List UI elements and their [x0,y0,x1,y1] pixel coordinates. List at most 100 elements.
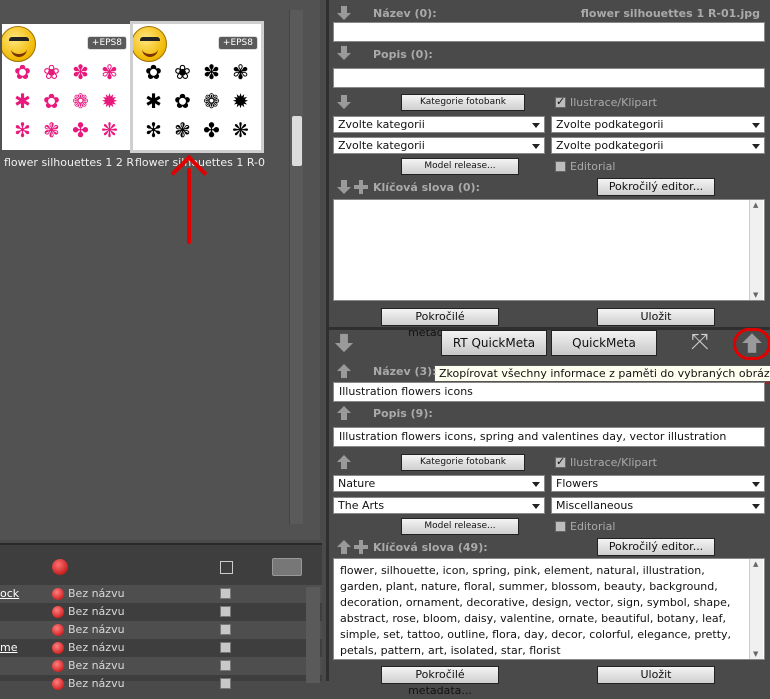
list-item[interactable]: me Bez názvu [0,639,322,657]
list-item-name: Bez názvu [68,623,125,636]
scrollbar-thumb[interactable] [292,116,302,166]
list-item-link[interactable]: ock [0,587,19,600]
keywords-textarea[interactable] [333,199,765,301]
keywords-textarea[interactable]: flower, silhouette, icon, spring, pink, … [333,558,765,660]
illustration-checkbox[interactable] [555,455,566,468]
subcategory-select-1[interactable]: Flowers [551,475,765,492]
title-field[interactable]: Illustration flowers icons [333,382,765,402]
category-select-2[interactable]: Zvolte kategorii [333,137,545,154]
description-label: Popis (9): [373,407,433,420]
rt-quickmeta-button[interactable]: RT QuickMeta [441,330,547,356]
arrow-down-icon[interactable] [337,46,351,60]
arrow-up-icon[interactable] [742,333,762,353]
category-select-1[interactable]: Zvolte kategorii [333,116,545,133]
arrow-down-icon[interactable] [334,333,354,353]
title-label: Název (0): [373,7,437,20]
arrow-up-icon[interactable] [337,540,351,554]
list-item[interactable]: Bez názvu [0,675,322,693]
select-all-checkbox[interactable] [220,561,233,574]
status-icon [52,678,64,690]
list-item-checkbox[interactable] [220,624,231,635]
filename-label: flower silhouettes 1 R-01.jpg [580,7,760,20]
smiley-icon [133,26,167,62]
thumbnail-image[interactable]: +EPS8 ✿ ❀ ✽ ✾ ✱ ✿ ❁ ✹ ✻ ❃ ✤ ❋ [2,24,130,150]
list-item-checkbox[interactable] [220,606,231,617]
list-item-name: Bez názvu [68,587,125,600]
arrow-down-icon[interactable] [337,180,351,194]
thumbnail-image-selected[interactable]: +EPS8 ✿ ❀ ✽ ✾ ✱ ✿ ❁ ✹ ✻ ❃ ✤ ❋ [130,21,264,153]
list-header [0,545,322,585]
smiley-icon [2,26,36,62]
thumbnail-grid: +EPS8 ✿ ❀ ✽ ✾ ✱ ✿ ❁ ✹ ✻ ❃ ✤ ❋ flower silhouettes … [0,0,320,540]
list-item[interactable]: Bez názvu [0,657,322,675]
list-item[interactable]: Bez názvu [0,621,322,639]
advanced-editor-button[interactable]: Pokročilý editor... [597,538,715,556]
status-icon [52,642,64,654]
model-release-button[interactable]: Model release... [401,518,519,535]
model-release-button[interactable]: Model release... [401,158,519,175]
list-item[interactable]: Bez názvu [0,603,322,621]
status-icon [52,660,64,672]
subcategory-select-2[interactable]: Miscellaneous [551,497,765,514]
editorial-label: Editorial [570,520,616,533]
advanced-metadata-button[interactable]: Pokročilé metadata... [381,666,499,697]
quickmeta-button[interactable]: QuickMeta [551,330,657,356]
category-select-1[interactable]: Nature [333,475,545,492]
illustration-label: Ilustrace/Klipart [570,456,657,469]
keywords-label: Klíčová slova (49): [373,541,488,554]
description-field[interactable] [333,68,765,88]
arrow-up-icon[interactable] [337,406,351,420]
list-scrollbar[interactable] [306,587,320,683]
tooltip: Zkopírovat všechny informace z paměti do… [434,365,770,382]
advanced-metadata-button[interactable]: Pokročilé metadata... [381,308,499,339]
file-list: ock Bez názvu Bez názvu Bez názvu me Bez… [0,543,322,690]
editorial-checkbox[interactable] [555,521,566,532]
status-icon [52,588,64,600]
flower-pattern: ✿ ❀ ✽ ✾ ✱ ✿ ❁ ✹ ✻ ❃ ✤ ❋ [14,60,118,142]
list-item-checkbox[interactable] [220,660,231,671]
flower-pattern: ✿ ❀ ✽ ✾ ✱ ✿ ❁ ✹ ✻ ❃ ✤ ❋ [145,60,249,142]
thumbnail-scrollbar[interactable] [289,10,303,524]
illustration-checkbox[interactable] [555,95,566,108]
list-item-name: Bez názvu [68,605,125,618]
list-header-button[interactable] [272,558,302,576]
status-icon [52,559,68,575]
subcategory-select-1[interactable]: Zvolte podkategorii [551,116,765,133]
plus-icon[interactable] [354,540,368,554]
keywords-scrollbar[interactable] [749,559,763,659]
status-icon [52,606,64,618]
arrow-up-icon[interactable] [337,364,351,378]
arrow-down-icon[interactable] [337,6,351,20]
stock-categories-button[interactable]: Kategorie fotobank [401,454,525,471]
illustration-label: Ilustrace/Klipart [570,96,657,109]
annotation-arrow [187,168,191,244]
plus-icon[interactable] [354,180,368,194]
keywords-scrollbar[interactable] [749,200,763,300]
list-item-checkbox[interactable] [220,588,231,599]
metadata-panel: Název (0): flower silhouettes 1 R-01.jpg… [326,0,770,697]
arrow-down-icon[interactable] [337,95,351,109]
arrow-up-icon[interactable] [337,455,351,469]
save-button[interactable]: Uložit [597,666,715,684]
eps-badge: +EPS8 [86,36,127,50]
eps-badge: +EPS8 [217,36,258,50]
thumbnail-caption: flower silhouettes 1 2 R- [4,156,134,169]
swap-icon[interactable]: ⤧ [691,331,709,355]
category-select-2[interactable]: The Arts [333,497,545,514]
advanced-editor-button[interactable]: Pokročilý editor... [597,178,715,196]
editorial-label: Editorial [570,160,616,173]
list-item-link[interactable]: me [0,641,17,654]
subcategory-select-2[interactable]: Zvolte podkategorii [551,137,765,154]
stock-categories-button[interactable]: Kategorie fotobank [401,94,525,111]
list-item-checkbox[interactable] [220,678,231,689]
list-item-checkbox[interactable] [220,642,231,653]
title-label: Název (3): [373,365,437,378]
status-icon [52,624,64,636]
description-field[interactable]: Illustration flowers icons, spring and v… [333,427,765,447]
list-item-name: Bez názvu [68,659,125,672]
list-rows: ock Bez názvu Bez názvu Bez názvu me Bez… [0,585,322,693]
list-item[interactable]: ock Bez názvu [0,585,322,603]
title-field[interactable] [333,22,765,42]
save-button[interactable]: Uložit [597,308,715,326]
editorial-checkbox[interactable] [555,161,566,172]
